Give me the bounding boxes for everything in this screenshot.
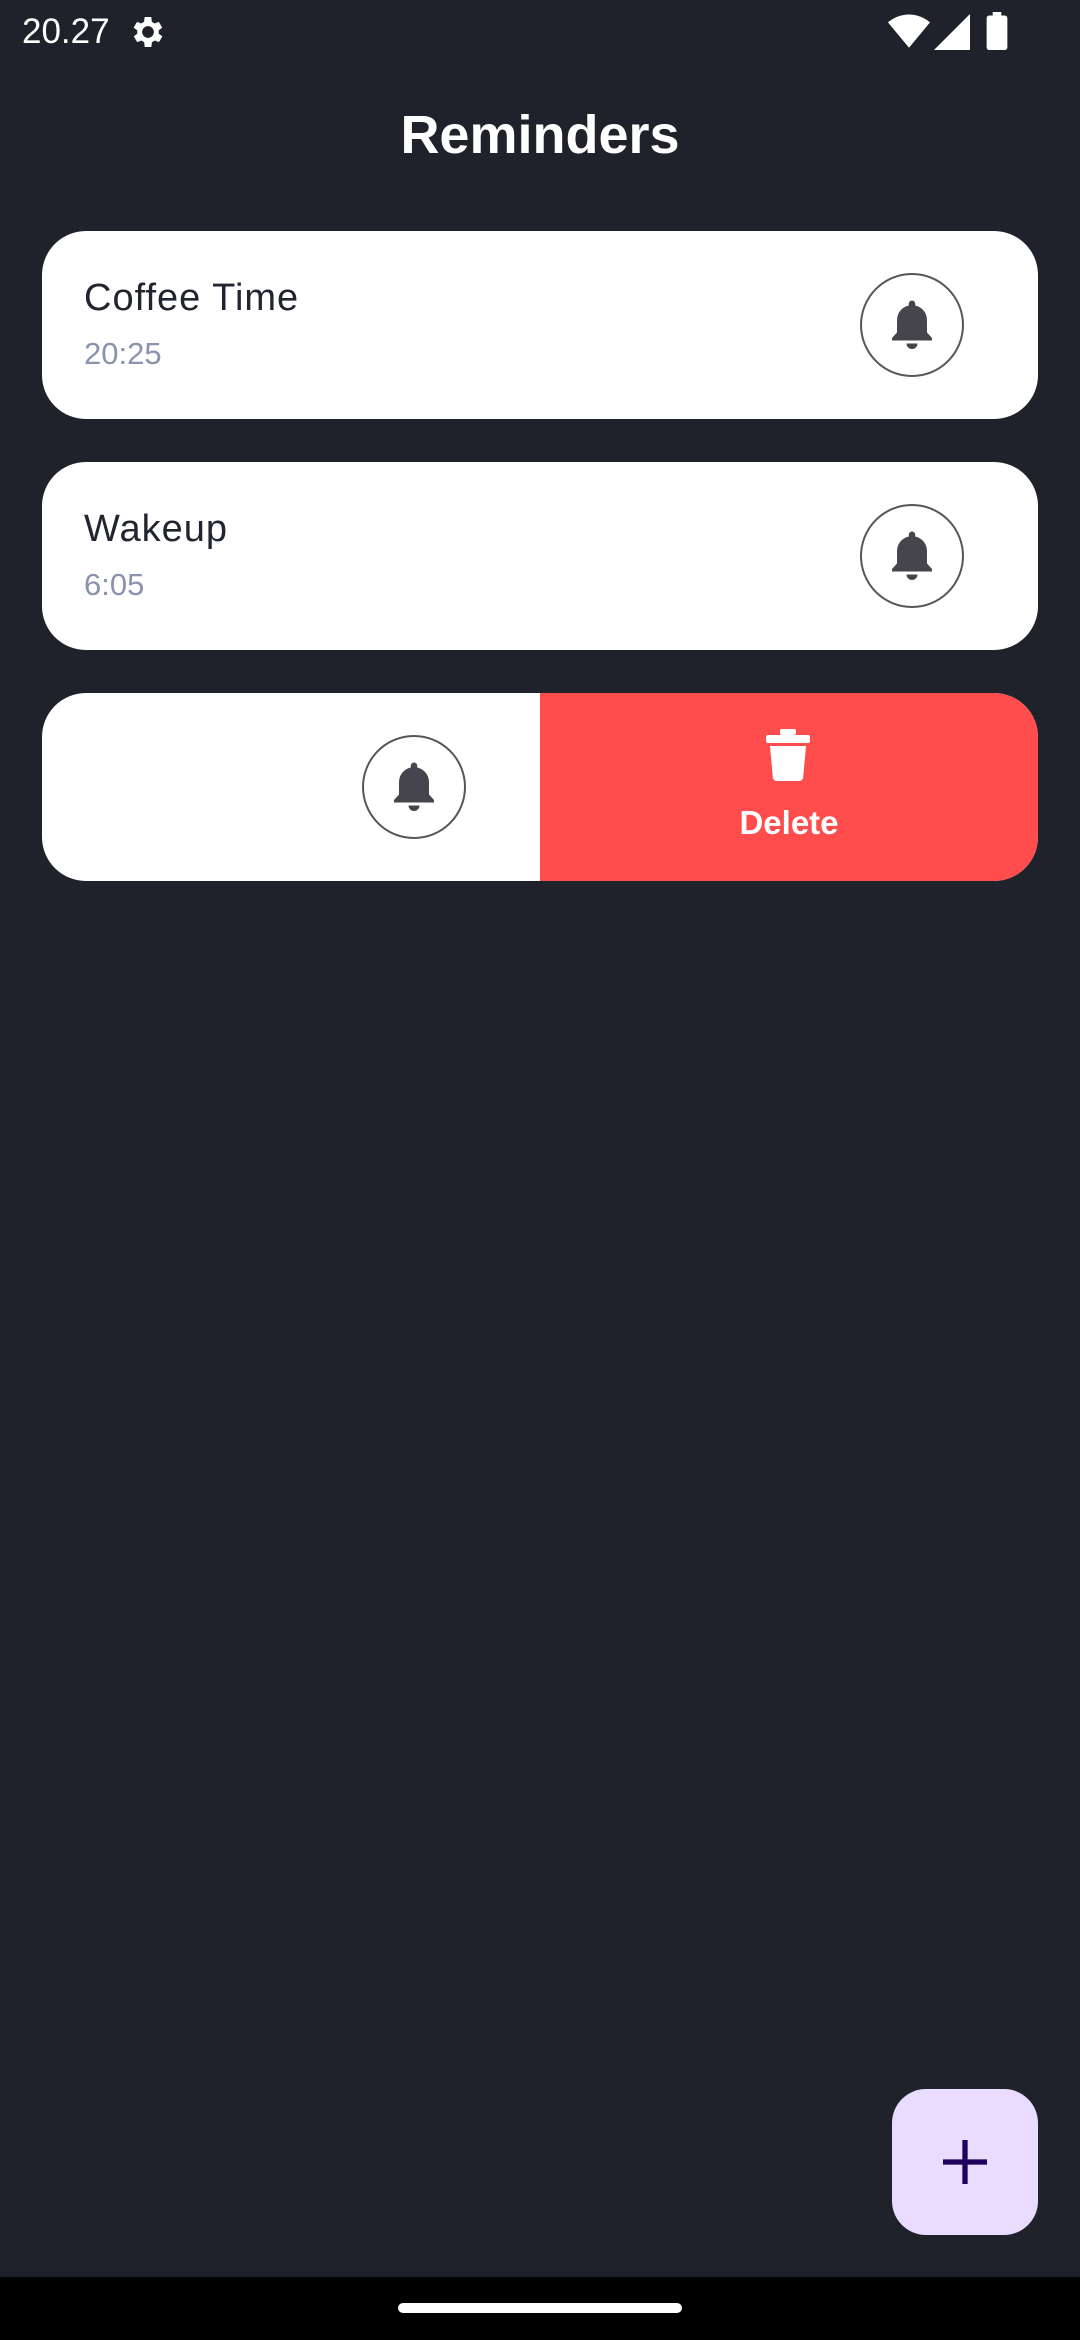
- plus-icon: [943, 2140, 987, 2184]
- navigation-bar: [0, 2277, 1080, 2340]
- bell-button[interactable]: [362, 735, 466, 839]
- wifi-icon: [888, 14, 930, 48]
- bell-icon: [892, 531, 932, 580]
- trash-icon: [766, 729, 810, 781]
- page-title: Reminders: [400, 105, 680, 165]
- reminder-name: Wakeup: [84, 508, 228, 550]
- bell-icon: [892, 300, 932, 349]
- reminders-screen: 20.27 Reminders Coffee Time 20:25 Wakeup…: [0, 0, 1080, 2340]
- bell-button[interactable]: [860, 273, 964, 377]
- battery-icon: [986, 12, 1008, 50]
- reminder-card-swiped[interactable]: Delete: [42, 693, 1038, 881]
- reminder-card[interactable]: Coffee Time 20:25: [42, 231, 1038, 419]
- reminder-name: Coffee Time: [84, 277, 300, 319]
- status-time: 20.27: [22, 12, 110, 51]
- reminder-card[interactable]: Wakeup 6:05: [42, 462, 1038, 650]
- settings-gear-icon: [133, 17, 163, 47]
- bell-button[interactable]: [860, 504, 964, 608]
- delete-label: Delete: [739, 804, 839, 841]
- cellular-signal-icon: [934, 14, 970, 50]
- home-indicator[interactable]: [398, 2303, 682, 2313]
- reminder-time: 6:05: [84, 567, 145, 602]
- bell-icon: [394, 762, 434, 811]
- delete-button[interactable]: Delete: [540, 693, 1038, 881]
- add-reminder-button[interactable]: [892, 2089, 1038, 2235]
- status-bar: 20.27: [0, 0, 1080, 64]
- reminder-time: 20:25: [84, 336, 162, 371]
